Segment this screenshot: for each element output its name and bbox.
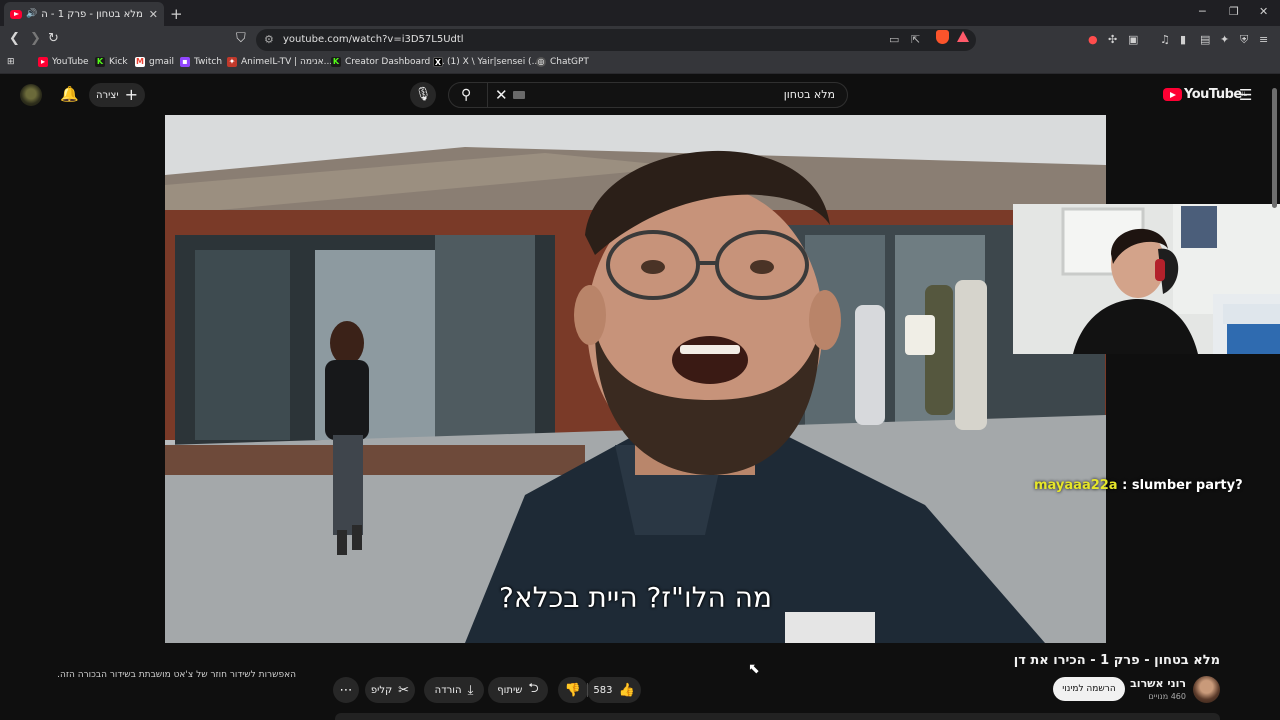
search-input[interactable]: ⚲ ✕ מלא בטחון bbox=[448, 82, 848, 108]
notifications-bell-icon[interactable]: 🔔 bbox=[60, 85, 79, 103]
search-icon[interactable]: ⚲ bbox=[461, 87, 471, 103]
scissors-icon: ✂ bbox=[398, 682, 410, 698]
url-text: youtube.com/watch?v=i3D57L5Udtl bbox=[283, 34, 464, 45]
guide-menu-icon[interactable]: ☰ bbox=[1239, 86, 1252, 104]
bookmark-youtube[interactable]: ▸ YouTube bbox=[38, 57, 89, 67]
sidebar-icon[interactable]: ▮ bbox=[1180, 33, 1186, 46]
like-button[interactable]: 583 👍 bbox=[587, 677, 641, 703]
subscriber-count: 460 מנויים bbox=[1148, 692, 1186, 701]
search-query: מלא בטחון bbox=[783, 88, 835, 101]
vpn-icon[interactable]: ⛨ bbox=[1240, 33, 1248, 47]
close-tab-icon[interactable]: ✕ bbox=[149, 8, 158, 21]
restore-icon[interactable]: ❐ bbox=[1229, 5, 1239, 18]
tab-title: מלא בטחון - פרק 1 - הכירו את bbox=[41, 8, 143, 20]
apps-grid-icon[interactable]: ⊞ bbox=[7, 57, 15, 67]
voice-search-button[interactable]: 🎙 bbox=[410, 82, 436, 108]
subscribe-button[interactable]: הרשמה למינוי bbox=[1053, 677, 1125, 701]
chat-text: : slumber party? bbox=[1122, 478, 1243, 493]
clip-button[interactable]: קליפ ✂ bbox=[365, 677, 415, 703]
chat-replay-notice: האפשרות לשידור חוזר של צ'אט מושבתת בשידו… bbox=[57, 670, 296, 680]
video-player[interactable]: מה הלו"ז? היית בכלא? bbox=[165, 115, 1106, 643]
more-dots-icon: ⋯ bbox=[339, 682, 353, 698]
search-divider bbox=[487, 83, 488, 107]
forward-icon[interactable]: ❯ bbox=[30, 31, 41, 46]
download-icon: ⤓ bbox=[467, 682, 474, 698]
leo-ai-icon[interactable]: ✦ bbox=[1220, 33, 1229, 46]
extension-record-icon[interactable]: ● bbox=[1088, 33, 1098, 46]
minimize-icon[interactable]: ─ bbox=[1199, 5, 1206, 18]
clip-label: קליפ bbox=[370, 684, 393, 696]
youtube-logo[interactable]: YouTube IL bbox=[1163, 87, 1247, 102]
share-arrow-icon: ⮌ bbox=[528, 681, 539, 696]
create-label: יצירה bbox=[96, 89, 119, 101]
new-tab-icon[interactable]: + bbox=[170, 5, 183, 23]
bookmark-kick[interactable]: K Kick bbox=[95, 57, 128, 67]
bookmark-animeil[interactable]: ✦ AnimeIL-TV | אנימה... bbox=[227, 57, 332, 67]
bookmarks-bar: ⊞ ▸ YouTube K Kick Mgmail ▪ Twitch ✦ AnimeIL… bbox=[0, 54, 1280, 74]
extension-box-icon[interactable]: ▣ bbox=[1128, 33, 1138, 46]
extensions-icon[interactable]: ✣ bbox=[1108, 33, 1117, 46]
youtube-play-icon bbox=[1163, 88, 1182, 101]
channel-avatar[interactable] bbox=[1193, 676, 1220, 703]
page-scrollbar[interactable] bbox=[1272, 88, 1277, 208]
address-bar[interactable]: ⚙ youtube.com/watch?v=i3D57L5Udtl ▭ ⇱ bbox=[256, 29, 976, 51]
account-avatar[interactable] bbox=[20, 84, 42, 106]
like-divider bbox=[587, 683, 588, 697]
bookmark-twitch[interactable]: ▪ Twitch bbox=[180, 57, 222, 67]
share-page-icon[interactable]: ⇱ bbox=[911, 33, 920, 46]
video-subtitle: מה הלו"ז? היית בכלא? bbox=[499, 581, 772, 614]
like-count: 583 bbox=[593, 684, 613, 696]
window-close-icon[interactable]: ✕ bbox=[1259, 5, 1268, 18]
cast-icon[interactable]: ▭ bbox=[889, 33, 899, 46]
dislike-button[interactable]: 👎 bbox=[558, 677, 588, 703]
thumbs-up-icon: 👍 bbox=[618, 682, 635, 698]
share-label: שיתוף bbox=[497, 684, 523, 696]
video-frame bbox=[165, 115, 1106, 643]
bookmark-gmail[interactable]: Mgmail bbox=[135, 57, 174, 67]
browser-menu-icon[interactable]: ≡ bbox=[1259, 33, 1268, 46]
speaker-icon[interactable]: 🔊 bbox=[26, 9, 37, 19]
youtube-wordmark: YouTube bbox=[1184, 87, 1242, 102]
more-actions-button[interactable]: ⋯ bbox=[333, 677, 359, 703]
share-button[interactable]: שיתוף ⮌ bbox=[488, 677, 548, 703]
bookmark-x[interactable]: X (1) X \ Yair|sensei (... bbox=[433, 57, 540, 67]
media-icon[interactable]: ♫ bbox=[1160, 33, 1170, 46]
download-label: הורדה bbox=[434, 684, 462, 696]
keyboard-icon[interactable] bbox=[513, 91, 525, 99]
clear-search-icon[interactable]: ✕ bbox=[495, 86, 508, 104]
browser-tab-bar: 🔊 מלא בטחון - פרק 1 - הכירו את ✕ + ─ ❐ ✕ bbox=[0, 0, 1280, 26]
create-button[interactable]: יצירה + bbox=[89, 83, 145, 107]
back-icon[interactable]: ❮ bbox=[9, 31, 20, 46]
brave-rewards-icon[interactable] bbox=[957, 31, 969, 42]
wallet-icon[interactable]: ▤ bbox=[1200, 33, 1210, 46]
download-button[interactable]: הורדה ⤓ bbox=[424, 677, 484, 703]
browser-nav-bar: ❮ ❯ ↻ ⛉ ⚙ youtube.com/watch?v=i3D57L5Udt… bbox=[0, 26, 1280, 54]
mouse-cursor-icon: ⬉ bbox=[748, 661, 760, 677]
chat-message: mayaaa22a : slumber party? bbox=[1034, 478, 1243, 493]
webcam-frame bbox=[1013, 204, 1280, 354]
description-panel-edge bbox=[335, 713, 1220, 720]
site-info-icon[interactable]: ⚙ bbox=[264, 33, 274, 46]
youtube-masthead: 🔔 יצירה + 🎙 ⚲ ✕ מלא בטחון YouTube IL ☰ bbox=[0, 75, 1270, 115]
bookmark-chatgpt[interactable]: ◎ ChatGPT bbox=[536, 57, 589, 67]
video-title: מלא בטחון - פרק 1 - הכירו את דן bbox=[1013, 653, 1220, 668]
reload-icon[interactable]: ↻ bbox=[48, 31, 59, 46]
browser-tab[interactable]: 🔊 מלא בטחון - פרק 1 - הכירו את ✕ bbox=[4, 2, 164, 26]
microphone-icon: 🎙 bbox=[414, 87, 432, 102]
brave-shields-icon[interactable] bbox=[936, 30, 949, 44]
thumbs-down-icon: 👎 bbox=[564, 682, 582, 698]
bookmark-creator-dashboard[interactable]: K Creator Dashboard |... bbox=[331, 57, 445, 67]
webcam-overlay bbox=[1013, 204, 1280, 354]
bookmark-icon[interactable]: ⛉ bbox=[236, 31, 246, 46]
channel-name[interactable]: רוני אשרוב bbox=[1130, 677, 1186, 690]
youtube-favicon-icon bbox=[10, 9, 22, 19]
plus-icon: + bbox=[124, 85, 138, 104]
chat-username: mayaaa22a bbox=[1034, 478, 1118, 493]
